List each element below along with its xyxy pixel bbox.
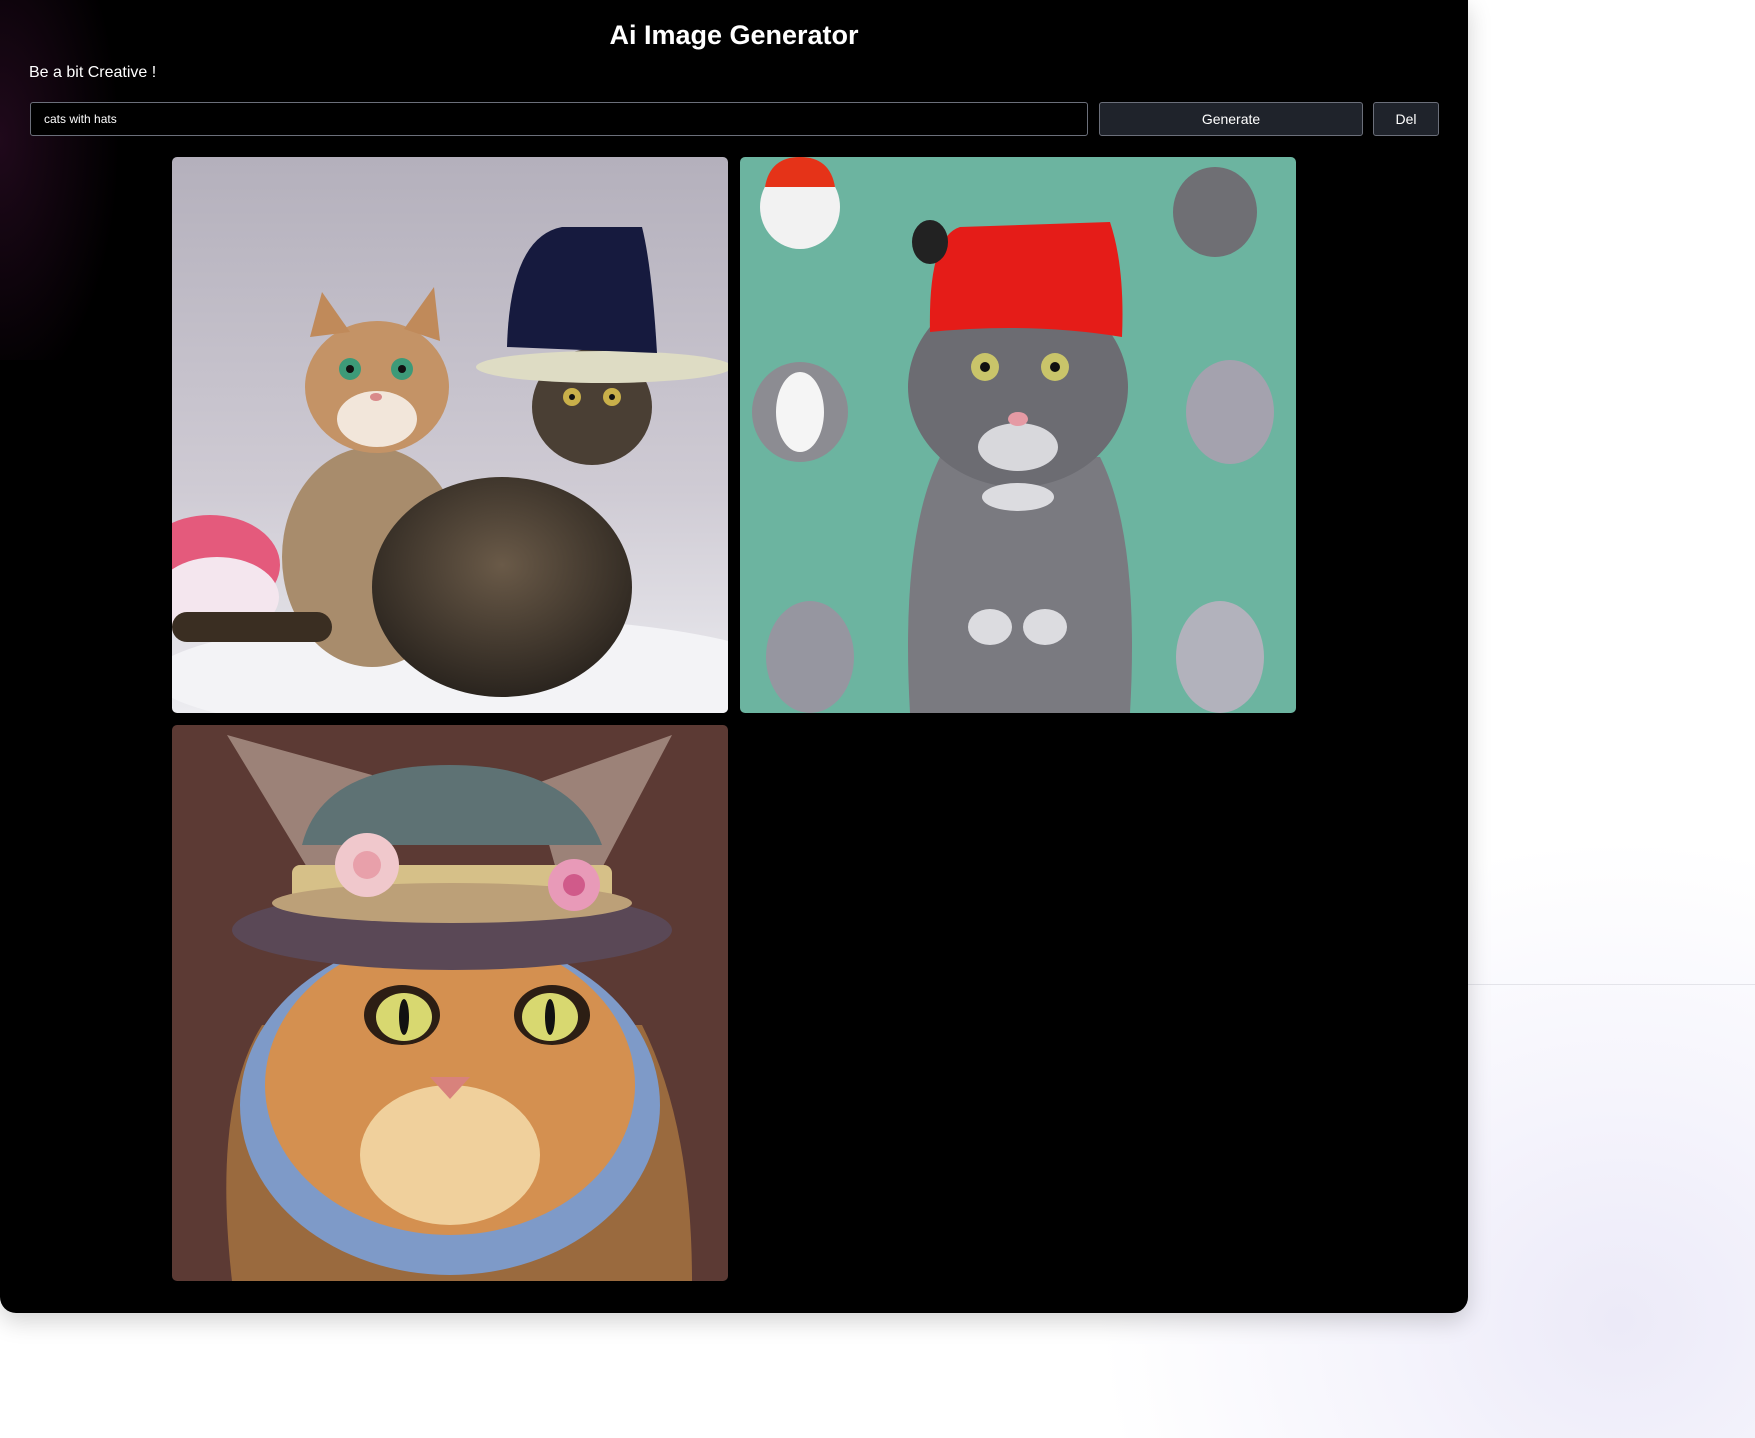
generated-image-2[interactable] xyxy=(740,157,1296,713)
delete-button[interactable]: Del xyxy=(1373,102,1439,136)
image-gallery xyxy=(172,157,1296,1281)
prompt-input[interactable] xyxy=(30,102,1088,136)
app-subtitle: Be a bit Creative ! xyxy=(29,64,157,81)
cats-with-hats-image-3 xyxy=(172,725,728,1281)
cats-with-hats-image-1 xyxy=(172,157,728,713)
generate-button[interactable]: Generate xyxy=(1099,102,1363,136)
generated-image-3[interactable] xyxy=(172,725,728,1281)
generated-image-1[interactable] xyxy=(172,157,728,713)
page-divider xyxy=(1468,984,1755,985)
app-title: Ai Image Generator xyxy=(609,20,859,50)
app-window: Ai Image Generator Be a bit Creative ! G… xyxy=(0,0,1468,1313)
cats-with-hats-image-2 xyxy=(740,157,1296,713)
